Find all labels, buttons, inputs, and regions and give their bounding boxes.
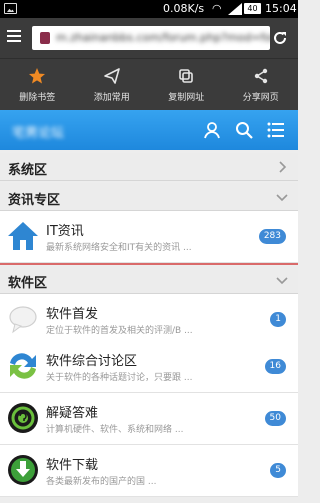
user-icon[interactable]	[202, 120, 222, 140]
post-count-badge: 1	[270, 312, 286, 327]
section-news[interactable]: 资讯专区	[0, 183, 298, 211]
post-count-badge: 16	[264, 359, 286, 374]
section-label: 资讯专区	[8, 193, 61, 208]
forum-description: 最新系统网络安全和IT有关的资讯 ...	[46, 243, 192, 253]
forum-row-software-download[interactable]: 软件下载 各类最新发布的国产的国 ... 5	[0, 445, 298, 497]
reload-icon[interactable]	[272, 30, 288, 46]
speech-bubble-icon	[9, 306, 37, 334]
list-menu-icon[interactable]	[266, 120, 286, 140]
disc-icon	[8, 403, 38, 433]
url-text: m.zhainanbbs.com/forum.php?mod=forumdisp…	[56, 31, 270, 44]
forum-row-software-release[interactable]: 软件首发 定位于软件的首发及相关的评测/B ... 1	[0, 294, 298, 346]
site-logo[interactable]: 宅男论坛	[12, 122, 64, 141]
network-speed: 0.08K/s	[163, 2, 205, 15]
delete-bookmark-button[interactable]: 删除书签	[0, 59, 75, 110]
download-icon	[8, 455, 38, 485]
gallery-notification-icon	[4, 3, 17, 14]
forum-row-it-news[interactable]: IT资讯 最新系统网络安全和IT有关的资讯 ... 283	[0, 211, 298, 263]
action-label: 分享网页	[242, 93, 279, 103]
star-icon	[29, 68, 46, 84]
section-system[interactable]: 系统区	[0, 153, 298, 181]
forum-title: IT资讯	[46, 224, 84, 239]
copy-url-button[interactable]: 复制网址	[149, 59, 224, 110]
swap-arrows-icon	[10, 353, 36, 379]
forum-title: 软件综合讨论区	[46, 354, 138, 369]
share-icon	[254, 68, 267, 84]
post-count-badge: 50	[264, 411, 286, 426]
post-count-badge: 283	[258, 229, 286, 244]
forum-title: 软件首发	[46, 307, 99, 322]
menu-icon[interactable]	[7, 30, 21, 42]
status-bar: 0.08K/s ◠ 40 15:04	[0, 0, 298, 18]
action-label: 添加常用	[93, 93, 130, 103]
signal-icon	[228, 3, 242, 15]
favicon-icon	[40, 32, 50, 44]
copy-icon	[179, 69, 194, 83]
divider	[0, 263, 298, 265]
chevron-down-icon	[276, 277, 288, 285]
forum-description: 定位于软件的首发及相关的评测/B ...	[46, 326, 193, 336]
forum-description: 计算机硬件、软件、系统和网络 ...	[46, 425, 184, 435]
quick-actions-bar: 删除书签 添加常用 复制网址 分享网页	[0, 58, 298, 110]
section-label: 系统区	[8, 163, 48, 178]
forum-title: 软件下载	[46, 458, 99, 473]
send-icon	[103, 68, 120, 84]
forum-title: 解疑答难	[46, 406, 99, 421]
forum-row-software-discussion[interactable]: 软件综合讨论区 关于软件的各种话题讨论，只要跟 ... 16	[0, 341, 298, 393]
section-software[interactable]: 软件区	[0, 266, 298, 294]
action-label: 复制网址	[168, 93, 205, 103]
share-page-button[interactable]: 分享网页	[224, 59, 299, 110]
house-icon	[8, 222, 38, 250]
forum-description: 各类最新发布的国产的国 ...	[46, 477, 157, 487]
address-field[interactable]: m.zhainanbbs.com/forum.php?mod=forumdisp…	[32, 26, 270, 50]
site-header: 宅男论坛	[0, 110, 298, 150]
browser-toolbar: m.zhainanbbs.com/forum.php?mod=forumdisp…	[0, 18, 298, 58]
forum-row-qa[interactable]: 解疑答难 计算机硬件、软件、系统和网络 ... 50	[0, 393, 298, 445]
forum-description: 关于软件的各种话题讨论，只要跟 ...	[46, 373, 193, 383]
action-label: 删除书签	[19, 93, 56, 103]
chevron-right-icon	[279, 161, 287, 173]
chevron-down-icon	[276, 194, 288, 202]
battery-icon: 40	[244, 3, 261, 14]
add-favorite-button[interactable]: 添加常用	[75, 59, 150, 110]
search-icon[interactable]	[234, 120, 254, 140]
clock: 15:04	[265, 2, 297, 15]
section-label: 软件区	[8, 276, 48, 291]
wifi-icon: ◠	[212, 2, 222, 15]
post-count-badge: 5	[270, 463, 286, 478]
